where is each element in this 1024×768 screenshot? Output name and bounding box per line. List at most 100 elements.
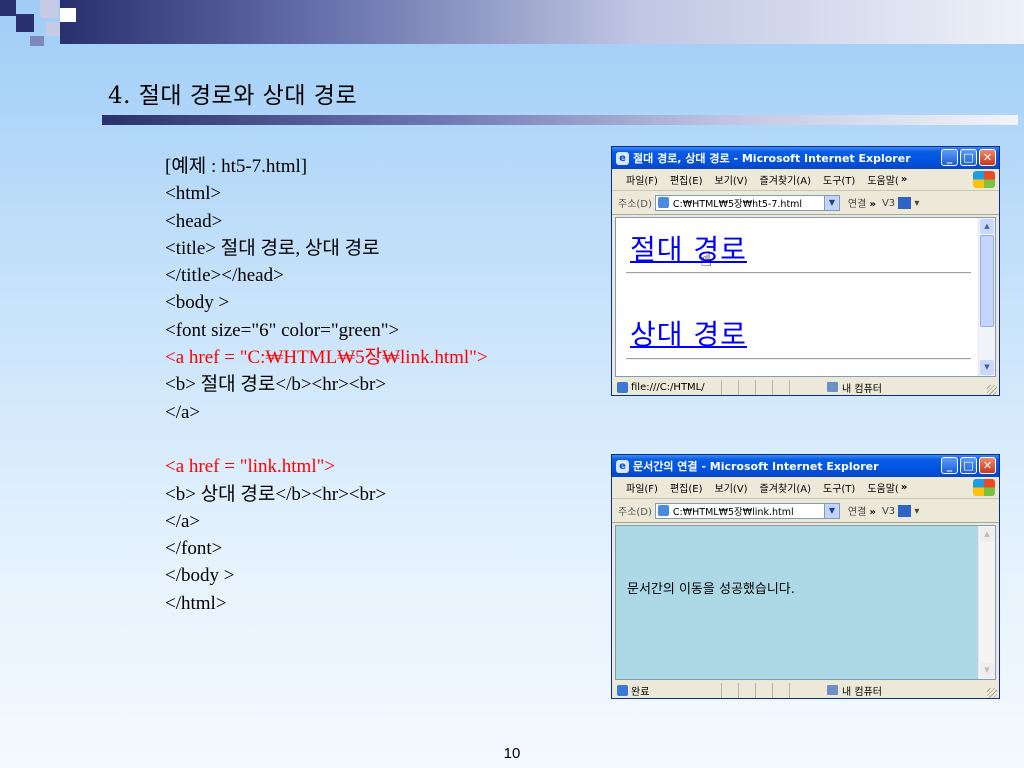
page-status-icon	[617, 381, 628, 393]
chevron-down-icon[interactable]: ▼	[823, 195, 839, 210]
code-line: <b> 절대 경로</b><hr><br>	[165, 374, 387, 396]
scroll-down-icon[interactable]: ▼	[980, 360, 994, 375]
code-line: <font size="6" color="green">	[165, 319, 400, 341]
menu-edit[interactable]: 편집(E)	[664, 480, 709, 495]
page-number: 10	[503, 745, 521, 762]
close-button[interactable]: ✕	[979, 149, 996, 166]
menu-file[interactable]: 파일(F)	[620, 172, 664, 187]
code-line: </title></head>	[165, 265, 284, 287]
vertical-scrollbar[interactable]: ▲ ▼	[978, 526, 995, 679]
ie-window-absolute-relative: e 절대 경로, 상대 경로 - Microsoft Internet Expl…	[611, 146, 1000, 396]
status-bar: file:///C:/HTML/ 내 컴퓨터	[612, 377, 999, 397]
menu-favorites[interactable]: 즐겨찾기(A)	[754, 172, 817, 187]
status-text: 완료	[631, 686, 650, 698]
code-line: </html>	[165, 592, 227, 614]
menu-edit[interactable]: 편집(E)	[664, 172, 709, 187]
address-label: 주소(D)	[618, 199, 652, 210]
code-line: </a>	[165, 401, 201, 423]
scroll-up-icon[interactable]: ▲	[980, 527, 994, 542]
ie-window-link-result: e 문서간의 연결 - Microsoft Internet Explorer …	[611, 454, 1000, 699]
v3-icon	[898, 196, 912, 209]
vertical-scrollbar[interactable]: ▲ ▼	[978, 218, 995, 376]
address-bar: 주소(D) C:₩HTML₩5장₩link.html ▼ 연결 » V3 ▾	[612, 499, 999, 523]
resize-grip[interactable]	[987, 688, 997, 698]
computer-icon	[827, 382, 838, 392]
address-input[interactable]: C:₩HTML₩5장₩link.html ▼	[654, 502, 840, 519]
address-value: C:₩HTML₩5장₩ht5-7.html	[672, 198, 803, 210]
menu-favorites[interactable]: 즐겨찾기(A)	[754, 480, 817, 495]
code-line: <b> 상대 경로</b><hr><br>	[165, 483, 387, 505]
menu-tools[interactable]: 도구(T)	[817, 480, 861, 495]
title-underline-bar	[102, 115, 1018, 125]
code-line: </body >	[165, 565, 235, 587]
close-button[interactable]: ✕	[979, 457, 996, 474]
menu-view[interactable]: 보기(V)	[709, 172, 754, 187]
windows-logo-icon	[973, 479, 995, 496]
security-zone: 내 컴퓨터	[827, 683, 882, 698]
links-label[interactable]: 연결 »	[848, 503, 876, 518]
code-line: <a href = "C:₩HTML₩5장₩link.html">	[165, 347, 488, 369]
header-gradient-band	[60, 0, 1024, 44]
page-viewport: 문서간의 이동을 성공했습니다. ▲ ▼	[615, 525, 996, 680]
menu-help[interactable]: 도움말(	[861, 172, 899, 187]
decorative-square	[0, 0, 16, 16]
minimize-button[interactable]: _	[941, 149, 958, 166]
minimize-button[interactable]: _	[941, 457, 958, 474]
code-line: </a>	[165, 510, 201, 532]
menu-chevron-icon[interactable]: »	[901, 482, 907, 493]
decorative-square	[60, 8, 76, 22]
address-bar: 주소(D) C:₩HTML₩5장₩ht5-7.html ▼ 연결 » V3 ▾	[612, 191, 999, 215]
absolute-path-link[interactable]: 절대 경로	[630, 228, 747, 268]
v3-icon	[898, 504, 912, 517]
page-viewport: 절대 경로 ☝ 상대 경로 ▲ ▼	[615, 217, 996, 377]
v3-toolbar[interactable]: V3 ▾	[882, 196, 919, 209]
menu-chevron-icon[interactable]: »	[901, 174, 907, 185]
address-input[interactable]: C:₩HTML₩5장₩ht5-7.html ▼	[654, 194, 840, 211]
code-line: <html>	[165, 183, 222, 205]
window-titlebar[interactable]: e 문서간의 연결 - Microsoft Internet Explorer …	[612, 455, 999, 477]
decorative-square	[46, 22, 60, 36]
page-icon	[657, 505, 669, 516]
status-text: file:///C:/HTML/	[631, 381, 705, 393]
scroll-down-icon[interactable]: ▼	[980, 663, 994, 678]
maximize-button[interactable]: □	[960, 149, 977, 166]
code-line: [예제 : ht5-7.html]	[165, 156, 308, 177]
decorative-square	[30, 36, 44, 46]
resize-grip[interactable]	[987, 385, 997, 395]
horizontal-rule	[626, 358, 971, 360]
windows-logo-icon	[973, 171, 995, 188]
code-line: <body >	[165, 292, 230, 314]
chevron-down-icon[interactable]: ▼	[823, 503, 839, 518]
slide-title: 4. 절대 경로와 상대 경로	[108, 83, 358, 109]
ie-icon: e	[616, 151, 629, 165]
menu-help[interactable]: 도움말(	[861, 480, 899, 495]
computer-icon	[827, 685, 838, 695]
window-title: 문서간의 연결 - Microsoft Internet Explorer	[633, 460, 879, 473]
code-line: <title> 절대 경로, 상대 경로	[165, 237, 380, 259]
code-listing: [예제 : ht5-7.html] <html> <head> <title> 절대 …	[165, 153, 488, 617]
maximize-button[interactable]: □	[960, 457, 977, 474]
decorative-square	[40, 0, 58, 18]
page-status-icon	[617, 684, 628, 696]
menu-view[interactable]: 보기(V)	[709, 480, 754, 495]
address-label: 주소(D)	[618, 507, 652, 518]
menu-tools[interactable]: 도구(T)	[817, 172, 861, 187]
code-line: <head>	[165, 210, 223, 232]
v3-toolbar[interactable]: V3 ▾	[882, 504, 919, 517]
window-title: 절대 경로, 상대 경로 - Microsoft Internet Explor…	[633, 152, 911, 165]
scroll-thumb[interactable]	[980, 235, 994, 327]
page-icon	[657, 197, 669, 208]
decorative-square	[16, 14, 34, 32]
address-value: C:₩HTML₩5장₩link.html	[672, 506, 794, 518]
relative-path-link[interactable]: 상대 경로	[630, 313, 747, 353]
links-label[interactable]: 연결 »	[848, 195, 876, 210]
code-line: </font>	[165, 538, 223, 560]
horizontal-rule	[626, 272, 971, 274]
window-titlebar[interactable]: e 절대 경로, 상대 경로 - Microsoft Internet Expl…	[612, 147, 999, 169]
menu-file[interactable]: 파일(F)	[620, 480, 664, 495]
status-bar: 완료 내 컴퓨터	[612, 680, 999, 700]
status-cells	[721, 379, 806, 395]
success-message: 문서간의 이동을 성공했습니다.	[627, 582, 795, 597]
scroll-up-icon[interactable]: ▲	[980, 219, 994, 234]
